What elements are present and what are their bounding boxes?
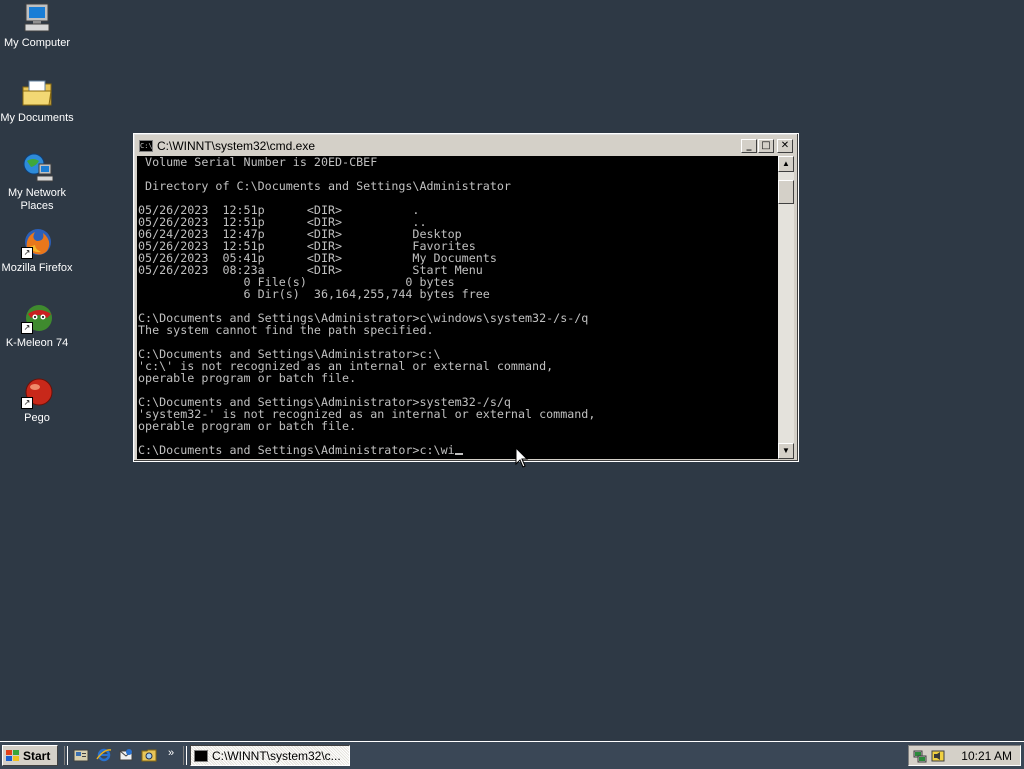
desktop-icon-label: My Computer	[3, 37, 71, 49]
shortcut-arrow-icon: ↗	[21, 322, 33, 334]
console-line: operable program or batch file.	[138, 419, 357, 433]
desktop-icon-label: My Documents	[0, 112, 74, 124]
taskbar-separator	[64, 746, 68, 765]
vertical-scrollbar[interactable]: ▲ ▼	[778, 156, 794, 459]
desktop-icon-label: K-Meleon 74	[5, 337, 69, 349]
show-desktop-icon[interactable]	[73, 747, 89, 763]
shortcut-arrow-icon: ↗	[21, 397, 33, 409]
console-line: The system cannot find the path specifie…	[138, 323, 434, 337]
minimize-button[interactable]: _	[741, 139, 757, 153]
volume-tray-icon[interactable]	[931, 749, 945, 763]
desktop-icon-my-computer[interactable]: My Computer	[0, 2, 74, 50]
console-line: C:\Documents and Settings\Administrator>…	[138, 444, 778, 456]
console-line: 6 Dir(s) 36,164,255,744 bytes free	[138, 287, 490, 301]
start-button[interactable]: Start	[2, 745, 58, 766]
console-line: Directory of C:\Documents and Settings\A…	[138, 179, 511, 193]
console-line: operable program or batch file.	[138, 371, 357, 385]
taskbar-separator	[183, 746, 187, 765]
cmd-app-icon[interactable]: C:\	[139, 140, 153, 152]
console-line: Volume Serial Number is 20ED-CBEF	[138, 156, 378, 169]
quicklaunch-more-icon[interactable]: »	[168, 747, 174, 759]
taskbar-button-cmd[interactable]: C:\WINNT\system32\c...	[190, 745, 350, 766]
system-tray: 10:21 AM	[908, 745, 1021, 766]
desktop-icon-mozilla-firefox[interactable]: ↗ Mozilla Firefox	[0, 227, 74, 275]
console-output[interactable]: Volume Serial Number is 20ED-CBEF Direct…	[137, 156, 778, 459]
maximize-button[interactable]: □	[758, 139, 774, 153]
desktop-icon-my-network-places[interactable]: My Network Places	[0, 152, 74, 213]
scroll-thumb[interactable]	[778, 180, 794, 204]
desktop-icon-my-documents[interactable]: My Documents	[0, 77, 74, 125]
desktop-icon-label: Mozilla Firefox	[1, 262, 73, 274]
mouse-pointer-icon	[515, 447, 529, 468]
desktop-icon-pego[interactable]: ↗ Pego	[0, 377, 74, 425]
desktop-icon-label: Pego	[24, 412, 50, 424]
clock[interactable]: 10:21 AM	[961, 749, 1012, 763]
start-label: Start	[23, 748, 51, 763]
windows-flag-icon	[6, 749, 20, 762]
taskbar: Start » C:\WINNT\system32\c... 10:21 AM	[0, 741, 1024, 769]
window-title: C:\WINNT\system32\cmd.exe	[157, 139, 316, 153]
folder-icon	[21, 77, 53, 109]
outlook-express-icon[interactable]	[118, 747, 134, 763]
network-icon	[21, 152, 54, 184]
cmd-app-icon	[194, 749, 208, 762]
scroll-up-button[interactable]: ▲	[778, 156, 794, 172]
scroll-down-button[interactable]: ▼	[778, 443, 794, 459]
cmd-window[interactable]: C:\ C:\WINNT\system32\cmd.exe _ □ ✕ Volu…	[133, 133, 799, 462]
internet-explorer-icon[interactable]	[96, 747, 112, 763]
explorer-search-icon[interactable]	[141, 747, 157, 763]
k-meleon-icon: ↗	[21, 302, 53, 334]
firefox-icon: ↗	[21, 227, 53, 259]
network-tray-icon[interactable]	[913, 749, 927, 763]
close-button[interactable]: ✕	[777, 139, 793, 153]
computer-icon	[21, 2, 53, 34]
taskbar-button-label: C:\WINNT\system32\c...	[212, 748, 341, 763]
pego-icon: ↗	[21, 377, 53, 409]
shortcut-arrow-icon: ↗	[21, 247, 33, 259]
text-cursor	[454, 444, 463, 455]
desktop-icon-k-meleon[interactable]: ↗ K-Meleon 74	[0, 302, 74, 350]
window-titlebar[interactable]: C:\ C:\WINNT\system32\cmd.exe _ □ ✕	[137, 137, 795, 155]
desktop-icon-label: My Network Places	[7, 187, 67, 212]
